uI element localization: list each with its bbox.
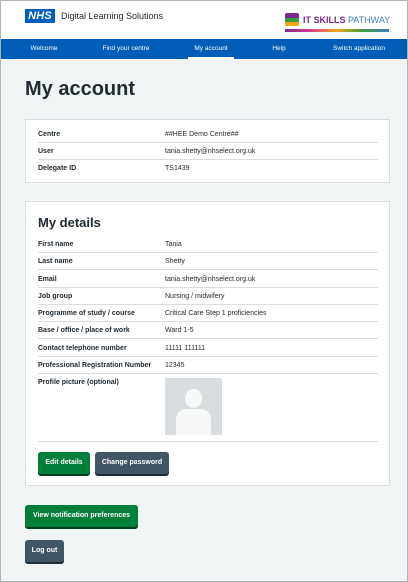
- details-row-job-group: Job group Nursing / midwifery: [38, 288, 378, 305]
- it-skills-pathway-logo-icon: [285, 13, 299, 26]
- details-row-first-name: First name Tania: [38, 236, 378, 253]
- nav-item-my-account[interactable]: My account: [188, 39, 234, 59]
- details-row-programme: Programme of study / course Critical Car…: [38, 305, 378, 322]
- summary-row-user: User tania.shetty@nhselect.org.uk: [38, 143, 378, 160]
- service-name[interactable]: Digital Learning Solutions: [61, 10, 163, 22]
- details-key: Profile picture (optional): [38, 379, 119, 386]
- details-value: Ward 1-5: [165, 327, 194, 334]
- details-key: Email: [38, 276, 57, 283]
- details-row-telephone: Contact telephone number 11111 111111: [38, 340, 378, 357]
- details-key: Professional Registration Number: [38, 362, 152, 369]
- details-row-base: Base / office / place of work Ward 1-5: [38, 322, 378, 339]
- nav-item-help[interactable]: Help: [261, 39, 297, 59]
- details-row-profile-picture: Profile picture (optional): [38, 374, 378, 442]
- summary-row-centre: Centre ##HEE Demo Centre##: [38, 126, 378, 143]
- details-value: Nursing / midwifery: [165, 293, 225, 300]
- avatar-placeholder-icon: [185, 389, 202, 408]
- it-skills-pathway-strong: IT SKILLS: [303, 15, 346, 25]
- summary-row-delegate-id: Delegate ID TS1439: [38, 160, 378, 177]
- details-key: Programme of study / course: [38, 310, 135, 317]
- details-value: 11111 111111: [165, 345, 206, 352]
- nav-item-welcome[interactable]: Welcome: [11, 39, 77, 59]
- main-nav: Welcome Find your centre My account Help…: [1, 39, 407, 59]
- my-details-title: My details: [38, 215, 101, 230]
- details-key: First name: [38, 241, 74, 248]
- avatar-placeholder-body: [176, 409, 211, 435]
- it-skills-pathway-text: IT SKILLS PATHWAY: [303, 15, 390, 25]
- nav-item-find-your-centre[interactable]: Find your centre: [93, 39, 159, 59]
- summary-value: ##HEE Demo Centre##: [165, 131, 239, 138]
- site-header: NHS Digital Learning Solutions IT SKILLS…: [1, 1, 407, 39]
- details-value: Tania: [165, 241, 182, 248]
- app-window: NHS Digital Learning Solutions IT SKILLS…: [0, 0, 408, 582]
- it-skills-pathway-logo[interactable]: IT SKILLS PATHWAY: [283, 9, 391, 35]
- page-title: My account: [25, 78, 136, 100]
- details-key: Last name: [38, 258, 73, 265]
- details-row-last-name: Last name Shetty: [38, 253, 378, 270]
- summary-key: User: [38, 148, 54, 155]
- my-details-card: My details First name Tania Last name Sh…: [25, 201, 390, 486]
- it-skills-pathway-rest: PATHWAY: [345, 15, 391, 25]
- details-row-email: Email tania.shetty@nhselect.org.uk: [38, 271, 378, 288]
- nhs-logo[interactable]: NHS: [25, 9, 55, 23]
- edit-details-button[interactable]: Edit details: [38, 452, 90, 474]
- summary-key: Delegate ID: [38, 165, 77, 172]
- account-summary-card: Centre ##HEE Demo Centre## User tania.sh…: [25, 119, 390, 183]
- view-notification-preferences-button[interactable]: View notification preferences: [25, 505, 138, 527]
- details-key: Base / office / place of work: [38, 327, 130, 334]
- avatar: [165, 378, 222, 435]
- details-key: Job group: [38, 293, 73, 300]
- it-skills-pathway-underline: [285, 29, 389, 32]
- details-value: tania.shetty@nhselect.org.uk: [165, 276, 256, 283]
- summary-key: Centre: [38, 131, 61, 138]
- details-row-registration-number: Professional Registration Number 12345: [38, 357, 378, 374]
- summary-value: TS1439: [165, 165, 190, 172]
- details-key: Contact telephone number: [38, 345, 127, 352]
- details-value: Shetty: [165, 258, 185, 265]
- summary-value: tania.shetty@nhselect.org.uk: [165, 148, 256, 155]
- nav-item-switch-application[interactable]: Switch application: [326, 39, 392, 59]
- details-value: 12345: [165, 362, 185, 369]
- details-value: Critical Care Step 1 proficiencies: [165, 310, 267, 317]
- change-password-button[interactable]: Change password: [95, 452, 169, 474]
- log-out-button[interactable]: Log out: [25, 540, 64, 562]
